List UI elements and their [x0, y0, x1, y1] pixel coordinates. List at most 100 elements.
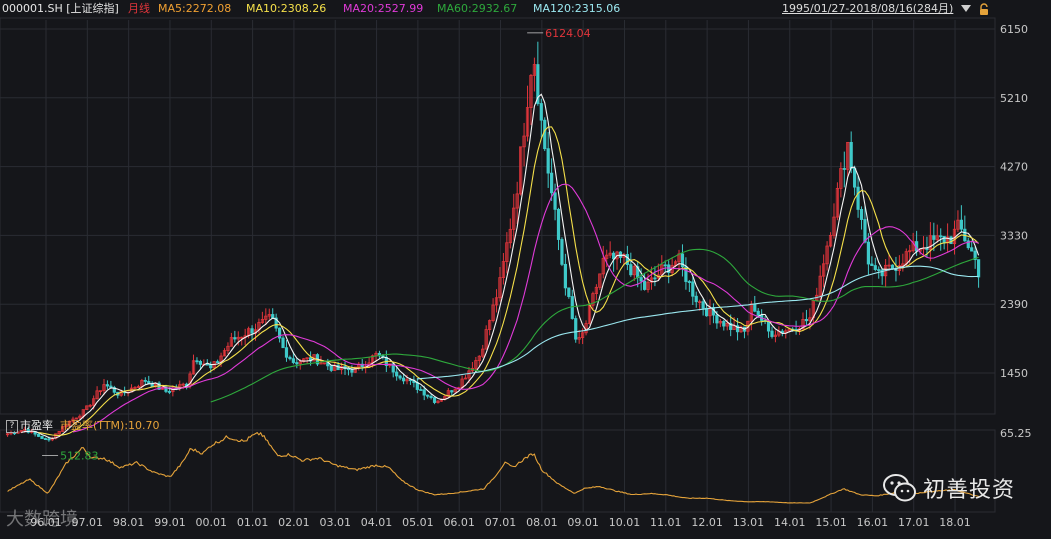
x-tick-label: 05.01	[402, 516, 434, 529]
brand-name: 初善投资	[922, 478, 1015, 503]
ma10-label: MA10:2308.26	[246, 2, 327, 15]
brand-watermark: 初善投资	[882, 470, 1015, 506]
y-tick-label: 6150	[1000, 23, 1028, 36]
candle-body	[770, 330, 774, 337]
candle-body	[426, 394, 430, 397]
pe-value-label: 市盈率(TTM):10.70	[60, 419, 160, 432]
candle-body	[653, 277, 657, 280]
annotation-label: 512.83	[60, 450, 98, 463]
candle-body	[849, 141, 853, 169]
x-tick-label: 15.01	[815, 516, 847, 529]
ma120-label: MA120:2315.06	[533, 2, 621, 15]
candle-body	[715, 314, 719, 324]
x-tick-label: 11.01	[650, 516, 682, 529]
period-label[interactable]: 月线	[128, 0, 150, 18]
symbol-label[interactable]: 000001.SH [上证综指]	[2, 0, 119, 18]
chart-header: 000001.SH [上证综指] 月线 MA5:2272.08 MA10:230…	[0, 0, 1051, 18]
candle-body	[550, 172, 554, 194]
lock-icon[interactable]	[978, 3, 990, 16]
candle-body	[429, 395, 433, 398]
candle-body	[629, 264, 633, 276]
x-tick-label: 17.01	[898, 516, 930, 529]
y-tick-label: 4270	[1000, 161, 1028, 174]
candle-body	[450, 390, 454, 393]
ma60-label: MA60:2932.67	[437, 2, 518, 15]
candle-body	[942, 235, 946, 244]
candle-body	[574, 318, 578, 340]
candle-body	[143, 380, 147, 382]
candle-body	[753, 303, 757, 312]
candle-body	[216, 361, 220, 364]
date-range-selector[interactable]: 1995/01/27-2018/08/16(284月)	[782, 0, 953, 18]
candle-body	[563, 263, 567, 289]
candle-body	[625, 254, 629, 265]
candle-body	[553, 192, 557, 210]
candle-body	[277, 327, 282, 339]
candle-body	[195, 360, 199, 363]
ma5-label: MA5:2272.08	[158, 2, 232, 15]
candle-body	[47, 438, 51, 441]
main-panel-frame	[0, 17, 996, 415]
candle-body	[284, 347, 289, 358]
annotation-label: 6124.04	[545, 27, 591, 40]
candle-body	[932, 235, 936, 240]
ma20-label: MA20:2527.99	[343, 2, 424, 15]
candle-body	[167, 391, 172, 393]
candle-body	[853, 168, 857, 188]
x-tick-label: 14.01	[774, 516, 806, 529]
candle-body	[295, 362, 299, 365]
candle-body	[233, 337, 237, 340]
candle-body	[567, 287, 571, 297]
pe-y-tick-label: 65.25	[1000, 427, 1032, 440]
kline-chart-container[interactable]: 1450 2390 3330 4270 5210 6150 65.25 96.01 97.01 9…	[0, 0, 1051, 535]
candle-body	[701, 301, 705, 309]
x-tick-label: 10.01	[609, 516, 641, 529]
candle-body	[890, 264, 895, 269]
candle-body	[36, 433, 41, 437]
candle-body	[949, 236, 953, 245]
candle-body	[756, 310, 760, 316]
pe-indicator-name[interactable]: 市盈率	[20, 418, 53, 434]
triangle-down-icon[interactable]	[961, 5, 971, 12]
y-tick-label: 1450	[1000, 367, 1028, 380]
candle-body	[804, 319, 809, 322]
candle-body	[198, 360, 202, 365]
candle-body	[419, 389, 423, 391]
candle-body	[642, 280, 647, 290]
candle-body	[866, 241, 871, 265]
candle-body	[422, 389, 426, 396]
candle-body	[687, 281, 691, 283]
y-tick-label: 5210	[1000, 92, 1028, 105]
x-tick-label: 01.01	[237, 516, 269, 529]
candle-body	[43, 438, 48, 440]
x-tick-label: 06.01	[443, 516, 475, 529]
candle-body	[147, 381, 151, 384]
candle-body	[639, 277, 643, 282]
candle-body	[856, 186, 860, 210]
candle-body	[209, 364, 213, 369]
candle-body	[877, 269, 881, 271]
x-tick-label: 98.01	[113, 516, 145, 529]
candle-body	[398, 375, 402, 379]
candle-body	[870, 263, 874, 266]
wechat-icon	[882, 473, 917, 503]
candle-body	[109, 385, 113, 388]
ma60-line	[210, 248, 979, 403]
candle-body	[863, 219, 867, 243]
candle-body	[842, 168, 846, 170]
candle-body	[329, 365, 333, 371]
x-tick-label: 16.01	[857, 516, 889, 529]
candle-body	[432, 397, 437, 403]
candle-body	[694, 295, 698, 303]
candle-body	[205, 363, 209, 366]
candle-body	[105, 384, 110, 387]
candle-body	[663, 264, 667, 267]
kline-chart[interactable]: 14502390333042705210615065.2596.01 97.01 9…	[0, 0, 1051, 535]
help-icon[interactable]: ?	[6, 420, 18, 433]
candle-body	[281, 337, 285, 349]
candle-body	[401, 377, 406, 382]
candle-body	[859, 209, 864, 220]
candle-body	[543, 119, 547, 150]
candle-body	[560, 239, 564, 265]
source-watermark: 大数跨境	[6, 509, 78, 530]
